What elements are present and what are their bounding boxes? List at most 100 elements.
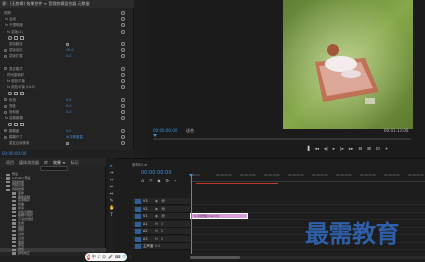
effect-row[interactable]: › fx 运动 — [0, 16, 134, 22]
stopwatch-icon[interactable] — [4, 54, 7, 58]
effect-row[interactable]: › fx 不透明度 — [0, 22, 134, 28]
tool-0-icon[interactable]: ▸ — [109, 164, 114, 169]
track-toggle-icon[interactable]: ◉ — [155, 198, 158, 205]
track-target-toggle[interactable] — [135, 206, 141, 212]
effect-row[interactable] — [0, 35, 134, 41]
checkbox[interactable] — [66, 42, 69, 46]
effect-row[interactable]: 混合模式 — [0, 66, 134, 72]
effect-row[interactable]: › 时间重映射 — [0, 72, 134, 78]
ime-tool-icon[interactable]: ☺ — [102, 253, 106, 261]
track-target-toggle[interactable] — [135, 244, 141, 249]
reset-icon[interactable] — [121, 73, 125, 77]
reset-icon[interactable] — [121, 54, 125, 59]
reset-icon[interactable] — [121, 135, 125, 139]
stopwatch-icon[interactable] — [4, 135, 7, 139]
rect-mask-icon[interactable] — [14, 91, 18, 96]
transport-button[interactable]: ⊞ — [367, 146, 371, 154]
track-toggle-icon[interactable]: M — [155, 228, 158, 235]
effect-value[interactable]: 0.0 — [66, 53, 71, 59]
effect-row[interactable]: › fx 高斯模糊 — [0, 115, 134, 121]
track-lane[interactable] — [190, 198, 425, 205]
tool-2-icon[interactable]: ⇿ — [109, 178, 114, 183]
effect-row[interactable]: 饱和度 0.0 — [0, 109, 134, 115]
ellipse-mask-icon[interactable] — [8, 91, 12, 96]
reset-icon[interactable] — [121, 79, 125, 84]
tool-3-icon[interactable]: ✂ — [109, 185, 114, 190]
effect-row[interactable]: 色相 0.0 — [0, 97, 134, 103]
ime-logo-icon[interactable]: S — [87, 254, 90, 260]
track-target-toggle[interactable] — [135, 236, 141, 242]
track-toggle-icon[interactable]: 👁 — [161, 198, 165, 205]
track-toggle-icon[interactable]: S — [161, 228, 163, 235]
effect-row[interactable]: 模糊尺寸 水平和垂直 — [0, 134, 134, 140]
expand-arrow-icon[interactable]: › — [3, 29, 4, 35]
expand-arrow-icon[interactable]: › — [0, 10, 1, 16]
ime-tool-icon[interactable]: ⊞ — [129, 253, 132, 261]
work-area-bar[interactable] — [196, 183, 278, 184]
expand-arrow-icon[interactable]: › — [1, 16, 2, 22]
effect-value[interactable]: 0.0 — [66, 109, 71, 115]
tool-4-icon[interactable]: ⇔ — [109, 192, 114, 197]
stopwatch-icon[interactable] — [4, 67, 7, 71]
reset-icon[interactable] — [121, 110, 125, 115]
transport-button[interactable]: ▐ — [306, 146, 309, 154]
transport-button[interactable]: ▸ — [333, 146, 335, 154]
reset-icon[interactable] — [121, 23, 125, 28]
effect-controls-timecode[interactable]: 00:00:00:00 — [0, 150, 134, 158]
effect-value[interactable]: 0.0 — [66, 97, 71, 103]
ime-tool-icon[interactable]: ♪ — [98, 253, 100, 261]
effect-row[interactable] — [0, 122, 134, 128]
checkbox[interactable] — [66, 141, 69, 145]
track-toggle-icon[interactable]: S — [161, 221, 163, 228]
timeline-tool-icon[interactable]: ⎌ — [141, 178, 144, 183]
reset-icon[interactable] — [121, 17, 125, 22]
ime-tool-icon[interactable]: 👕 — [122, 253, 127, 261]
tool-1-icon[interactable]: ⇥ — [109, 171, 114, 176]
effect-value[interactable]: 水平和垂直 — [66, 134, 83, 140]
timeline-playhead[interactable] — [189, 174, 193, 177]
track-toggle-icon[interactable]: ◉ — [155, 206, 158, 213]
transport-button[interactable]: ◂◂ — [314, 146, 319, 154]
rect-mask-icon[interactable] — [14, 122, 18, 127]
reset-icon[interactable] — [121, 11, 125, 15]
track-target-toggle[interactable] — [135, 199, 141, 204]
effect-row[interactable] — [0, 91, 134, 97]
expand-arrow-icon[interactable]: › — [3, 78, 4, 84]
transport-button[interactable]: + — [385, 146, 389, 154]
track-toggle-icon[interactable]: ◉ — [155, 213, 158, 220]
track-header[interactable]: V2 ◉ 👁 — [133, 205, 190, 213]
program-timecode[interactable]: 00:00:00:00 — [153, 128, 177, 133]
reset-icon[interactable] — [121, 29, 125, 34]
stopwatch-icon[interactable] — [4, 48, 7, 52]
track-toggle-icon[interactable]: 👁 — [161, 213, 165, 220]
reset-icon[interactable] — [121, 141, 125, 146]
timeline-tool-icon[interactable]: ◆ — [157, 178, 160, 183]
effect-row[interactable]: 蒙版扩展 0.0 — [0, 53, 134, 59]
stopwatch-icon[interactable] — [4, 110, 7, 114]
track-header[interactable]: A2 M S — [133, 228, 190, 235]
expand-arrow-icon[interactable]: › — [1, 115, 2, 121]
tool-7-icon[interactable]: T — [109, 213, 114, 218]
ime-toolbar[interactable]: S 中 ♪ ☺ 🎤 ⌨ 👕 ⊞ — [85, 253, 132, 261]
transport-button[interactable]: |▸ — [340, 146, 344, 154]
timeline-tool-icon[interactable]: ⚙ — [165, 178, 169, 183]
track-header[interactable]: V1 ◉ 👁 — [133, 213, 190, 220]
track-toggle-icon[interactable]: 0.0 — [155, 243, 160, 250]
track-target-toggle[interactable] — [135, 214, 141, 219]
effect-row[interactable]: › 视频 — [0, 10, 134, 16]
stopwatch-icon[interactable] — [4, 129, 7, 133]
stopwatch-icon[interactable] — [4, 98, 7, 102]
track-lane[interactable] — [190, 206, 425, 213]
sequence-tab[interactable]: 序列01 ≡ — [132, 162, 147, 167]
timeline-playhead-line[interactable] — [191, 174, 192, 254]
reset-icon[interactable] — [121, 128, 125, 133]
transport-button[interactable]: ▸▸ — [349, 146, 354, 154]
track-toggle-icon[interactable]: 👁 — [161, 206, 165, 213]
timeline-tool-icon[interactable]: ⌁ — [174, 178, 176, 183]
monitor-scrub-bar[interactable] — [153, 138, 411, 140]
track-target-toggle[interactable] — [135, 229, 141, 234]
track-toggle-icon[interactable]: M — [155, 236, 158, 243]
tool-6-icon[interactable]: ✋ — [109, 206, 115, 211]
effect-controls-tabs[interactable]: 源：(无剪辑) 效果控件 ≡ 音频剪辑混合器 元数据 — [0, 0, 134, 8]
effect-row[interactable]: 蒙版路径 — [0, 41, 134, 47]
